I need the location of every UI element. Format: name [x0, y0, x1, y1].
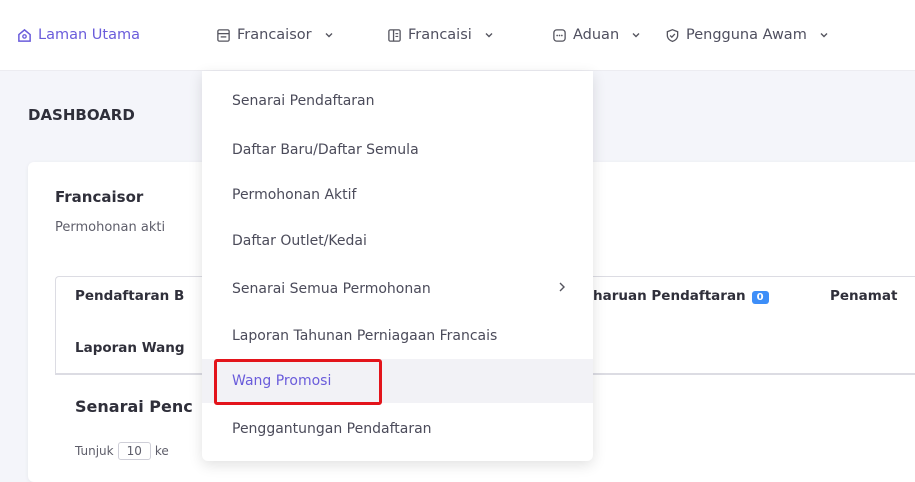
tab-label: haruan Pendaftaran: [593, 288, 746, 304]
file-text-icon: [217, 28, 230, 42]
nav-item-aduan[interactable]: Aduan: [552, 24, 641, 46]
section-title: Senarai Penc: [75, 397, 193, 416]
chevron-right-icon: [559, 282, 565, 292]
menu-label: Daftar Outlet/Kedai: [232, 233, 367, 249]
nav-item-laman-utama[interactable]: Laman Utama: [17, 24, 140, 46]
page-title: DASHBOARD: [28, 106, 135, 124]
chevron-down-icon: [820, 33, 828, 38]
home-icon: [18, 28, 31, 42]
top-navbar: Laman Utama Francaisor Francaisi Aduan P…: [0, 0, 915, 71]
show-suffix: ke: [154, 444, 169, 458]
tab-penamatan[interactable]: Penamat: [830, 288, 897, 304]
nav-label-laman-utama: Laman Utama: [38, 27, 140, 43]
menu-label: Senarai Semua Permohonan: [232, 281, 431, 297]
card-title: Francaisor: [55, 188, 144, 206]
tab-laporan-wang[interactable]: Laporan Wang: [75, 340, 185, 356]
tab-pendaftaran-baru[interactable]: Pendaftaran B: [75, 288, 184, 304]
chevron-down-icon: [325, 33, 333, 38]
nav-item-francaisor[interactable]: Francaisor: [216, 24, 334, 46]
menu-item-senarai-pendaftaran[interactable]: Senarai Pendaftaran: [202, 79, 593, 123]
nav-item-francaisi[interactable]: Francaisi: [387, 24, 494, 46]
message-dots-icon: [553, 28, 566, 42]
columns-icon: [388, 28, 401, 42]
entries-select[interactable]: 10: [117, 442, 151, 460]
nav-item-pengguna-awam[interactable]: Pengguna Awam: [665, 24, 829, 46]
nav-label-aduan: Aduan: [573, 27, 620, 43]
chevron-down-icon: [632, 33, 640, 38]
show-entries-row: Tunjuk 10 ke: [75, 442, 169, 460]
menu-item-daftar-outlet[interactable]: Daftar Outlet/Kedai: [202, 219, 593, 263]
menu-label: Wang Promosi: [232, 373, 332, 389]
chevron-down-icon: [485, 33, 493, 38]
menu-item-daftar-baru[interactable]: Daftar Baru/Daftar Semula: [202, 128, 593, 172]
show-label: Tunjuk: [75, 444, 114, 458]
menu-item-permohonan-aktif[interactable]: Permohonan Aktif: [202, 173, 593, 217]
nav-label-pengguna-awam: Pengguna Awam: [686, 27, 807, 43]
francaisor-dropdown-menu: Senarai Pendaftaran Daftar Baru/Daftar S…: [202, 71, 593, 461]
menu-label: Permohonan Aktif: [232, 187, 357, 203]
nav-label-francaisor: Francaisor: [237, 27, 312, 43]
menu-item-senarai-semua-permohonan[interactable]: Senarai Semua Permohonan: [202, 267, 593, 311]
menu-item-penggantungan-pendaftaran[interactable]: Penggantungan Pendaftaran: [202, 407, 593, 451]
menu-label: Senarai Pendaftaran: [232, 93, 375, 109]
menu-item-wang-promosi[interactable]: Wang Promosi: [202, 359, 593, 403]
menu-item-laporan-tahunan[interactable]: Laporan Tahunan Perniagaan Francais: [202, 314, 593, 358]
menu-label: Laporan Tahunan Perniagaan Francais: [232, 328, 498, 344]
count-badge: 0: [751, 291, 769, 304]
menu-label: Penggantungan Pendaftaran: [232, 421, 432, 437]
menu-label: Daftar Baru/Daftar Semula: [232, 142, 419, 158]
nav-label-francaisi: Francaisi: [408, 27, 472, 43]
tab-pembaharuan-pendaftaran[interactable]: haruan Pendaftaran 0: [593, 288, 769, 304]
shield-check-icon: [666, 28, 679, 42]
